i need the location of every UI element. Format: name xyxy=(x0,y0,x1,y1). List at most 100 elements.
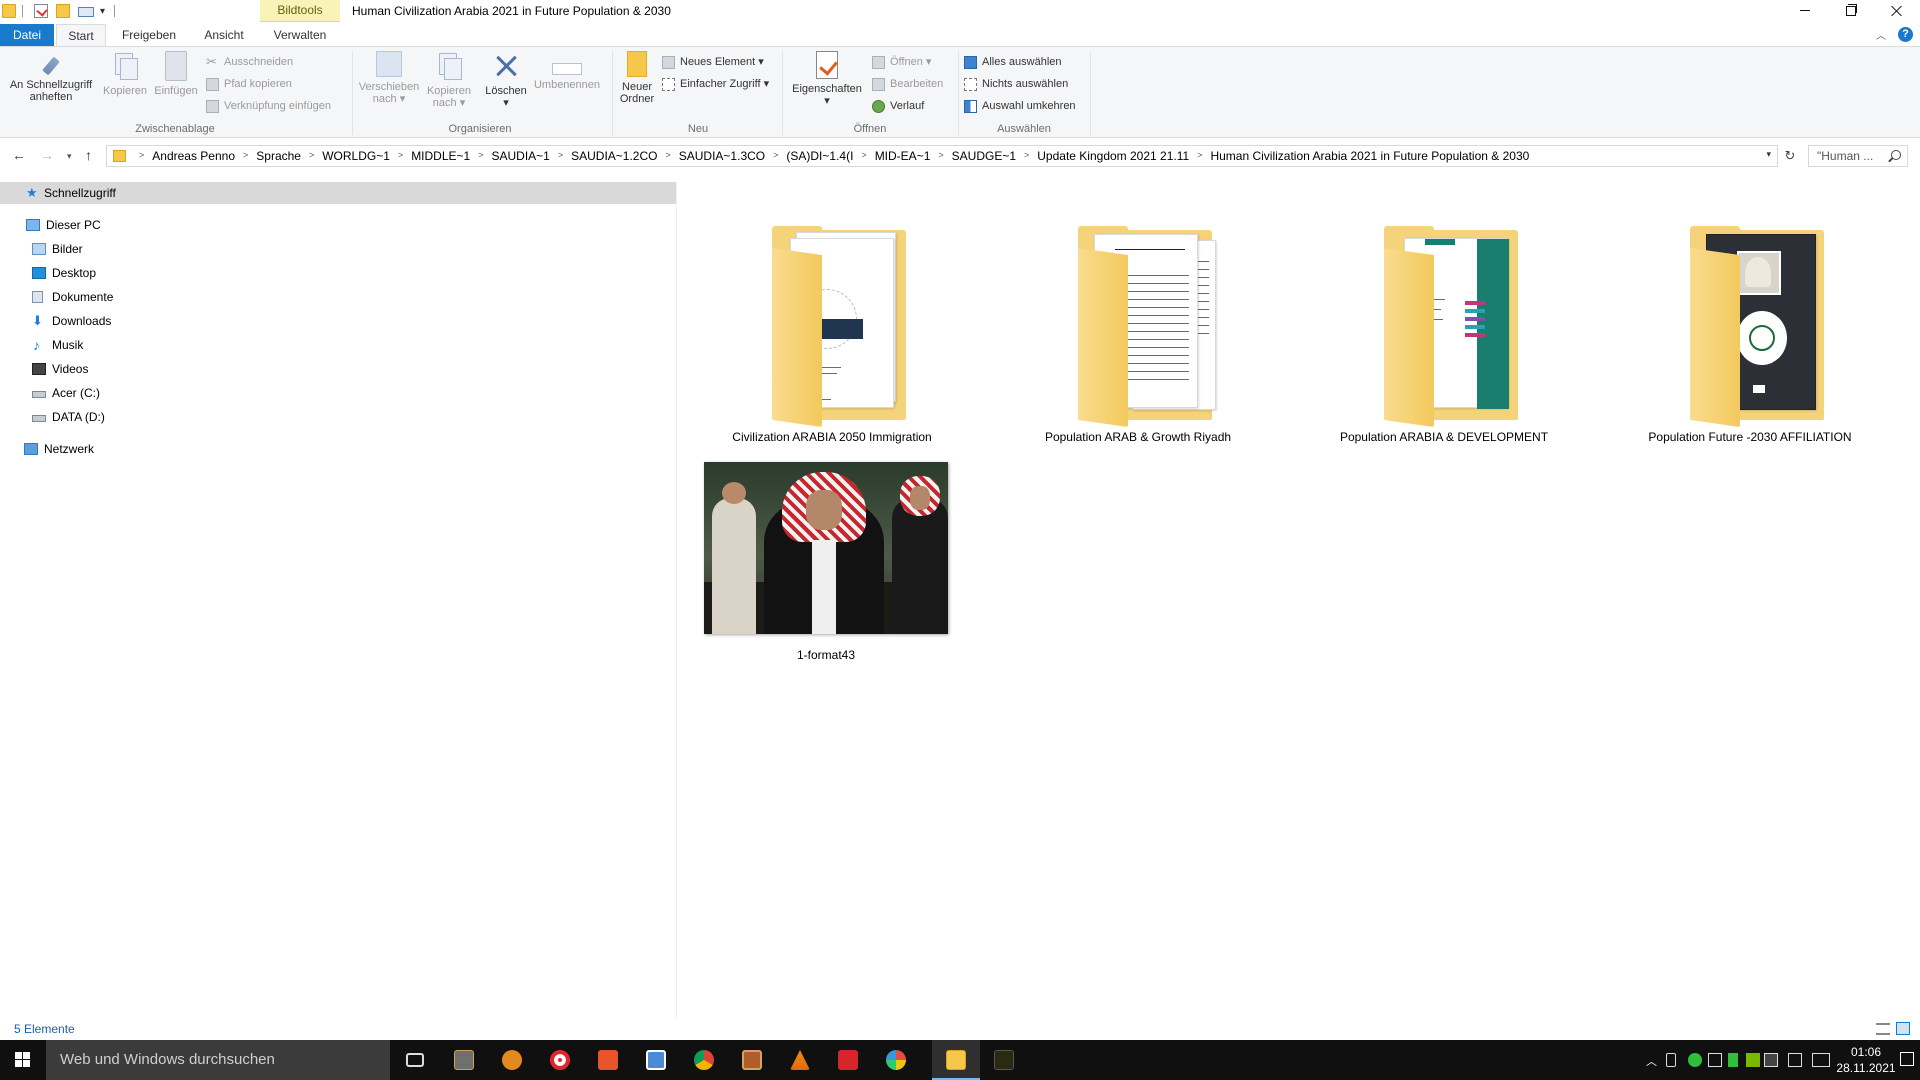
tab-manage[interactable]: Verwalten xyxy=(262,24,338,46)
select-all-button[interactable]: Alles auswählen xyxy=(964,53,1062,71)
edit-button[interactable]: Bearbeiten xyxy=(872,75,943,93)
breadcrumb-item[interactable]: Andreas Penno xyxy=(152,149,235,163)
invert-selection-button[interactable]: Auswahl umkehren xyxy=(964,97,1076,115)
chevron-right-icon[interactable]: > xyxy=(665,150,670,164)
clock[interactable]: 01:06 28.11.2021 xyxy=(1836,1044,1896,1076)
folder-icon[interactable] xyxy=(2,4,16,18)
quick-access-toolbar-dropdown[interactable]: ▾ xyxy=(100,6,105,17)
taskbar-app-active[interactable] xyxy=(932,1040,980,1080)
chevron-right-icon[interactable]: > xyxy=(861,150,866,164)
large-icons-view-icon[interactable] xyxy=(1896,1022,1910,1035)
keyboard-icon[interactable] xyxy=(1812,1053,1830,1067)
history-button[interactable]: Verlauf xyxy=(872,97,924,115)
image-file-item[interactable]: 1-format43 xyxy=(678,182,978,682)
copy-path-button[interactable]: Pfad kopieren xyxy=(206,75,292,93)
breadcrumb-item[interactable]: SAUDGE~1 xyxy=(952,149,1016,163)
taskbar-app[interactable] xyxy=(824,1040,872,1080)
breadcrumb-item[interactable]: (SA)DI~1.4(I xyxy=(786,149,853,163)
taskbar-app[interactable] xyxy=(584,1040,632,1080)
move-to-button[interactable]: Verschieben nach ▾ xyxy=(356,51,422,105)
close-button[interactable] xyxy=(1874,0,1920,22)
recent-locations-chevron-icon[interactable]: ▾ xyxy=(67,151,72,162)
taskbar-app[interactable] xyxy=(728,1040,776,1080)
refresh-icon[interactable]: ↻ xyxy=(1780,145,1800,167)
details-view-icon[interactable] xyxy=(1876,1023,1890,1035)
chevron-right-icon[interactable]: > xyxy=(938,150,943,164)
tab-home[interactable]: Start xyxy=(56,24,106,46)
new-folder-button[interactable]: Neuer Ordner xyxy=(614,51,660,105)
chevron-right-icon[interactable]: > xyxy=(309,150,314,164)
start-button[interactable] xyxy=(0,1040,46,1080)
taskbar-app[interactable] xyxy=(536,1040,584,1080)
folder-item[interactable]: Population Future -2030 AFFILIATION xyxy=(1622,204,1878,444)
breadcrumb-item[interactable]: SAUDIA~1.3CO xyxy=(679,149,765,163)
breadcrumb-item[interactable]: MID-EA~1 xyxy=(875,149,931,163)
properties-icon[interactable] xyxy=(34,4,48,18)
search-input[interactable]: "Human ... xyxy=(1808,145,1908,167)
tab-view[interactable]: Ansicht xyxy=(194,24,254,46)
address-bar[interactable]: > Andreas Penno > Sprache > WORLDG~1 > M… xyxy=(106,145,1778,167)
folder-item[interactable]: Population ARAB & Growth Riyadh xyxy=(1010,204,1266,444)
chevron-right-icon[interactable]: > xyxy=(478,150,483,164)
paste-shortcut-button[interactable]: Verknüpfung einfügen xyxy=(206,97,331,115)
nvidia-icon[interactable] xyxy=(1746,1053,1760,1067)
chevron-right-icon[interactable]: > xyxy=(243,150,248,164)
task-view-button[interactable] xyxy=(392,1040,440,1080)
delete-button[interactable]: Löschen ▾ xyxy=(480,51,532,109)
chevron-right-icon[interactable]: > xyxy=(558,150,563,164)
back-arrow-icon[interactable]: ← xyxy=(12,147,26,163)
new-folder-icon[interactable] xyxy=(56,4,70,18)
taskbar-app[interactable] xyxy=(632,1040,680,1080)
paste-button[interactable]: Einfügen xyxy=(150,51,202,97)
open-button[interactable]: Öffnen ▾ xyxy=(872,53,931,71)
display-icon[interactable] xyxy=(1764,1053,1778,1067)
easy-access-button[interactable]: Einfacher Zugriff ▾ xyxy=(662,75,769,93)
breadcrumb-item[interactable]: Sprache xyxy=(256,149,301,163)
breadcrumb-item[interactable]: SAUDIA~1.2CO xyxy=(571,149,657,163)
properties-button[interactable]: Eigenschaften ▾ xyxy=(786,51,868,107)
pin-to-quick-access-button[interactable]: An Schnellzugriff anheften xyxy=(6,51,96,103)
copy-to-button[interactable]: Kopieren nach ▾ xyxy=(422,51,476,109)
cut-button[interactable]: Ausschneiden xyxy=(206,53,293,71)
taskbar-search-input[interactable]: Web und Windows durchsuchen xyxy=(46,1040,390,1080)
chevron-up-icon[interactable]: ︿ xyxy=(1646,1053,1660,1068)
sidebar-item-quick-access[interactable]: Schnellzugriff xyxy=(0,182,676,204)
folder-item[interactable]: Population ARABIA & DEVELOPMENT xyxy=(1316,204,1572,444)
tab-share[interactable]: Freigeben xyxy=(114,24,184,46)
breadcrumb-item[interactable]: WORLDG~1 xyxy=(322,149,390,163)
security-icon[interactable] xyxy=(1688,1053,1702,1067)
copy-button[interactable]: Kopieren xyxy=(100,51,150,97)
up-arrow-icon[interactable]: ↑ xyxy=(85,147,92,163)
network-icon[interactable] xyxy=(1708,1053,1722,1067)
minimize-button[interactable] xyxy=(1782,0,1828,22)
taskbar-app[interactable] xyxy=(776,1040,824,1080)
collapse-ribbon-icon[interactable]: ︿ xyxy=(1876,27,1886,42)
chevron-right-icon[interactable]: > xyxy=(773,150,778,164)
chevron-right-icon[interactable]: > xyxy=(398,150,403,164)
notification-icon[interactable] xyxy=(1900,1052,1914,1066)
chevron-down-icon[interactable]: ▾ xyxy=(1766,149,1771,160)
taskbar-app[interactable] xyxy=(872,1040,920,1080)
taskbar-app[interactable] xyxy=(440,1040,488,1080)
breadcrumb-item[interactable]: SAUDIA~1 xyxy=(491,149,549,163)
tab-file[interactable]: Datei xyxy=(0,24,54,46)
breadcrumb-item[interactable]: MIDDLE~1 xyxy=(411,149,470,163)
restore-button[interactable] xyxy=(1828,0,1874,22)
breadcrumb-item[interactable]: Human Civilization Arabia 2021 in Future… xyxy=(1210,149,1529,163)
help-icon[interactable]: ? xyxy=(1898,27,1913,42)
taskbar-app[interactable] xyxy=(680,1040,728,1080)
chevron-right-icon[interactable]: > xyxy=(1197,150,1202,164)
chevron-right-icon[interactable]: > xyxy=(139,150,144,164)
taskbar-app[interactable] xyxy=(980,1040,1028,1080)
breadcrumb-item[interactable]: Update Kingdom 2021 21.11 xyxy=(1037,149,1189,163)
pane-divider[interactable] xyxy=(676,182,677,1020)
chevron-right-icon[interactable]: > xyxy=(1024,150,1029,164)
rename-button[interactable]: Umbenennen xyxy=(532,51,602,91)
ime-icon[interactable] xyxy=(1788,1053,1802,1067)
volume-icon[interactable] xyxy=(1666,1053,1676,1067)
select-none-button[interactable]: Nichts auswählen xyxy=(964,75,1068,93)
new-item-button[interactable]: Neues Element ▾ xyxy=(662,53,764,71)
rename-icon[interactable] xyxy=(78,7,94,17)
app-tray-icon[interactable] xyxy=(1728,1053,1738,1067)
taskbar-app[interactable] xyxy=(488,1040,536,1080)
